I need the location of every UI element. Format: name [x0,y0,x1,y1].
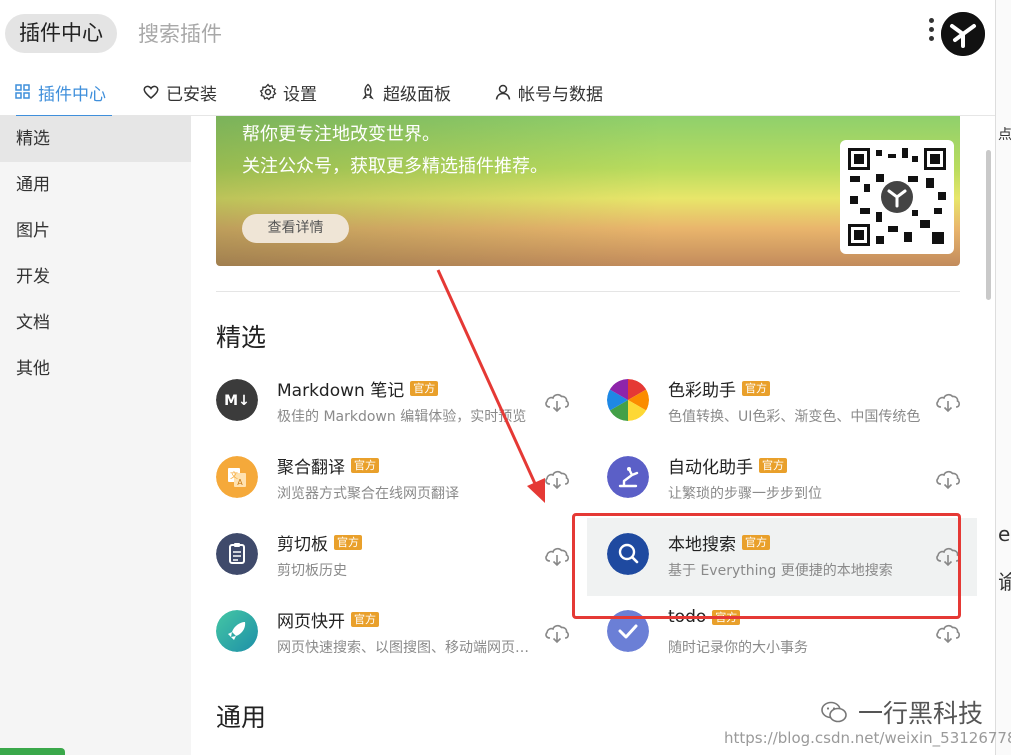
plugin-list-panel: 帮你更专注地改变世界。 关注公众号，获取更多精选插件推荐。 查看详情 精选 M↓… [191,116,995,755]
tab-bar: 插件中心 已安装 设置 超级面板 帐号与数据 [0,68,995,117]
scrollbar[interactable] [986,150,991,300]
wechat-account-name: 一行黑科技 [858,699,984,728]
banner-text-line1: 帮你更专注地改变世界。 [242,124,440,145]
more-menu-icon[interactable] [925,18,937,48]
plugin-description: 让繁琐的步骤一步步到位 [668,486,822,502]
wechat-icon [821,701,847,723]
clipboard-icon [216,533,258,575]
plugin-name: 聚合翻译 官方 [277,453,379,478]
tab-installed[interactable]: 已安装 [142,68,217,116]
plugin-name: 剪切板 官方 [277,530,362,555]
cloud-download-icon[interactable] [543,619,571,647]
user-icon [495,84,511,100]
app-logo-icon[interactable] [941,12,985,56]
cloud-download-icon[interactable] [543,542,571,570]
view-details-button[interactable]: 查看详情 [242,214,349,243]
sidebar-item-documents[interactable]: 文档 [0,300,191,346]
tab-label: 设置 [283,84,317,105]
plugin-card[interactable]: 剪切板 官方 剪切板历史 [216,518,586,596]
robot-arm-icon [607,456,649,498]
tab-label: 插件中心 [38,84,106,105]
tab-settings[interactable]: 设置 [259,68,317,116]
gear-icon [259,83,277,101]
plugin-card[interactable]: M↓ Markdown 笔记 官方 极佳的 Markdown 编辑体验，实时预览 [216,364,586,442]
background-char: 点 [998,127,1011,143]
cloud-download-icon[interactable] [934,388,962,416]
banner-text-line2: 关注公众号，获取更多精选插件推荐。 [242,156,548,177]
sidebar-item-general[interactable]: 通用 [0,162,191,208]
blog-url-watermark: https://blog.csdn.net/weixin_53126778 [724,729,1011,747]
plugin-description: 剪切板历史 [277,563,347,579]
sidebar-item-development[interactable]: 开发 [0,254,191,300]
plugin-card[interactable]: 自动化助手 官方 让繁琐的步骤一步步到位 [607,441,977,519]
plugin-description: 极佳的 Markdown 编辑体验，实时预览 [277,409,527,425]
official-badge: 官方 [759,458,787,473]
plugin-card[interactable]: 色彩助手 官方 色值转换、UI色彩、渐变色、中国传统色 [607,364,977,442]
plugin-description: 网页快速搜索、以图搜图、移动端网页预览 [277,640,535,656]
heart-icon [143,85,159,99]
tab-label: 已安装 [166,84,217,105]
wechat-watermark: 一行黑科技 [820,694,983,730]
tab-label: 超级面板 [383,84,451,105]
category-sidebar: 精选 通用 图片 开发 文档 其他 [0,116,191,755]
cloud-download-icon[interactable] [543,388,571,416]
cloud-download-icon[interactable] [934,619,962,647]
svg-text:A: A [237,478,243,487]
grid-icon [15,84,30,99]
plugin-card[interactable]: 文A 聚合翻译 官方 浏览器方式聚合在线网页翻译 [216,441,586,519]
qr-code-icon [840,140,954,254]
plugin-card[interactable]: 网页快开 官方 网页快速搜索、以图搜图、移动端网页预览 [216,595,586,673]
tab-super-panel[interactable]: 超级面板 [359,68,451,116]
rocket-icon [362,83,374,100]
markdown-icon: M↓ [216,379,258,421]
current-app-pill[interactable]: 插件中心 [5,14,117,53]
plugin-name: Markdown 笔记 官方 [277,376,439,401]
svg-text:M↓: M↓ [224,393,250,409]
sidebar-item-featured[interactable]: 精选 [0,116,191,162]
section-divider [216,291,960,292]
official-badge: 官方 [351,458,379,473]
top-search-bar: 插件中心 [0,0,995,68]
promo-banner[interactable]: 帮你更专注地改变世界。 关注公众号，获取更多精选插件推荐。 查看详情 [216,116,960,266]
cloud-download-icon[interactable] [543,465,571,493]
section-title-general: 通用 [216,703,267,732]
translate-icon: 文A [216,456,258,498]
background-char: e [998,522,1011,546]
background-window-strip: 点 e 谕 [995,0,1011,755]
search-input[interactable] [138,14,838,54]
official-badge: 官方 [334,535,362,550]
plugin-name: 网页快开 官方 [277,607,379,632]
official-badge: 官方 [742,381,770,396]
rocket-icon [216,610,258,652]
tab-account-data[interactable]: 帐号与数据 [494,68,603,116]
official-badge: 官方 [410,381,439,396]
plugin-description: 浏览器方式聚合在线网页翻译 [277,486,459,502]
taskbar-fragment [0,748,65,755]
sidebar-item-other[interactable]: 其他 [0,346,191,392]
section-title-featured: 精选 [216,323,267,352]
official-badge: 官方 [351,612,379,627]
color-wheel-icon [607,379,649,421]
background-char: 谕 [998,566,1011,595]
plugin-name: 色彩助手 官方 [668,376,770,401]
plugin-name: 自动化助手 官方 [668,453,787,478]
cloud-download-icon[interactable] [934,465,962,493]
highlight-box [572,513,961,619]
tab-label: 帐号与数据 [518,84,603,105]
plugin-description: 色值转换、UI色彩、渐变色、中国传统色 [668,409,921,425]
sidebar-item-images[interactable]: 图片 [0,208,191,254]
tab-plugin-center[interactable]: 插件中心 [14,68,112,117]
plugin-description: 随时记录你的大小事务 [668,640,808,656]
